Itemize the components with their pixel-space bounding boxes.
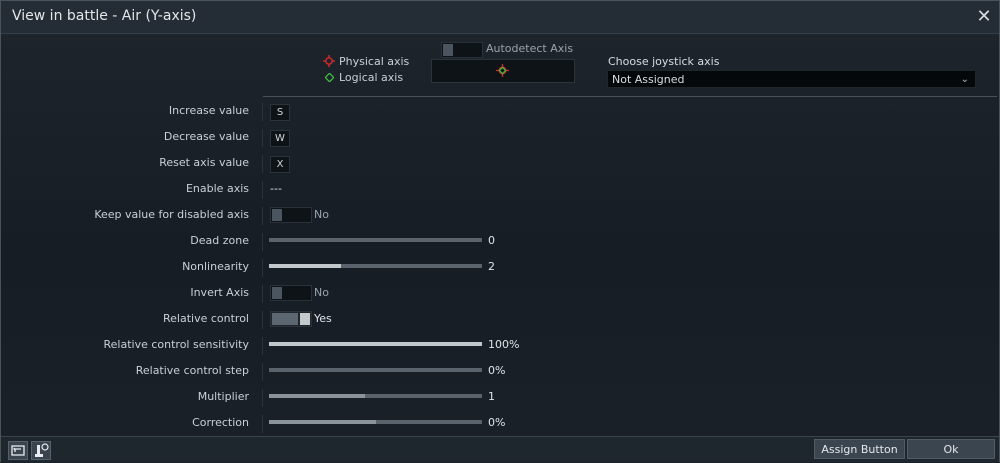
autodetect-label: Autodetect Axis xyxy=(486,42,574,55)
relative-control-toggle[interactable] xyxy=(270,311,312,327)
reset-button[interactable] xyxy=(8,441,28,460)
enable-axis-label: Enable axis xyxy=(185,182,249,195)
dead-zone-label: Dead zone xyxy=(190,234,249,247)
relative-control-label: Relative control xyxy=(163,312,249,325)
row-divider xyxy=(262,207,263,225)
keep-value-toggle[interactable] xyxy=(270,207,312,223)
row-divider xyxy=(262,415,263,433)
row-divider xyxy=(262,311,263,329)
physical-axis-icon xyxy=(323,55,335,67)
relative-step-label: Relative control step xyxy=(135,364,249,377)
reset-axis-label: Reset axis value xyxy=(159,156,249,169)
nonlinearity-value: 2 xyxy=(488,260,495,273)
correction-value: 0% xyxy=(488,416,506,429)
row-divider xyxy=(262,285,263,303)
window-title: View in battle - Air (Y-axis) xyxy=(12,8,197,24)
physical-axis-label: Physical axis xyxy=(339,55,410,68)
axis-position-icon xyxy=(496,64,509,77)
title-bar: View in battle - Air (Y-axis) ✕ xyxy=(1,1,999,34)
relative-sensitivity-slider[interactable] xyxy=(269,342,482,346)
correction-slider[interactable] xyxy=(269,420,482,424)
joystick-icon xyxy=(35,443,49,457)
row-divider xyxy=(262,129,263,147)
row-divider xyxy=(262,389,263,407)
relative-step-slider[interactable] xyxy=(269,368,482,372)
header-divider xyxy=(263,96,997,97)
relative-control-state: Yes xyxy=(314,312,332,325)
axis-preview xyxy=(431,59,575,83)
row-divider xyxy=(262,337,263,355)
row-divider xyxy=(262,259,263,277)
joystick-axis-value: Not Assigned xyxy=(612,73,685,86)
autodetect-toggle[interactable] xyxy=(441,42,483,58)
joystick-axis-select[interactable]: Not Assigned ⌄ xyxy=(607,70,976,88)
invert-axis-state: No xyxy=(314,286,329,299)
logical-axis-icon xyxy=(325,73,334,82)
relative-step-value: 0% xyxy=(488,364,506,377)
assign-button[interactable]: Assign Button xyxy=(814,439,905,459)
dead-zone-value: 0 xyxy=(488,234,495,247)
keep-value-state: No xyxy=(314,208,329,221)
row-divider xyxy=(262,155,263,173)
correction-label: Correction xyxy=(192,416,249,429)
enable-axis-value[interactable]: --- xyxy=(270,182,282,195)
close-icon[interactable]: ✕ xyxy=(973,6,995,28)
chevron-down-icon: ⌄ xyxy=(960,74,969,85)
reset-axis-key[interactable]: X xyxy=(270,156,290,173)
undo-icon xyxy=(11,445,25,456)
bottom-bar: Assign Button Ok xyxy=(1,436,999,462)
row-divider xyxy=(262,103,263,121)
logical-axis-label: Logical axis xyxy=(339,71,404,84)
invert-axis-toggle[interactable] xyxy=(270,285,312,301)
nonlinearity-label: Nonlinearity xyxy=(182,260,249,273)
decrease-value-key[interactable]: W xyxy=(270,130,290,147)
settings-window: View in battle - Air (Y-axis) ✕ Physical… xyxy=(0,0,1000,462)
increase-value-key[interactable]: S xyxy=(270,104,290,121)
relative-sensitivity-label: Relative control sensitivity xyxy=(103,338,250,351)
ok-button[interactable]: Ok xyxy=(907,439,995,459)
dead-zone-slider[interactable] xyxy=(269,238,482,242)
multiplier-slider[interactable] xyxy=(269,394,482,398)
relative-sensitivity-value: 100% xyxy=(488,338,520,351)
choose-joystick-label: Choose joystick axis xyxy=(608,55,720,68)
row-divider xyxy=(262,233,263,251)
multiplier-label: Multiplier xyxy=(197,390,249,403)
row-divider xyxy=(262,363,263,381)
joystick-settings-button[interactable] xyxy=(31,441,51,460)
multiplier-value: 1 xyxy=(488,390,495,403)
row-divider xyxy=(262,181,263,199)
nonlinearity-slider[interactable] xyxy=(269,264,482,268)
increase-value-label: Increase value xyxy=(168,104,249,117)
invert-axis-label: Invert Axis xyxy=(190,286,249,299)
decrease-value-label: Decrease value xyxy=(163,130,249,143)
keep-value-label: Keep value for disabled axis xyxy=(94,208,249,221)
